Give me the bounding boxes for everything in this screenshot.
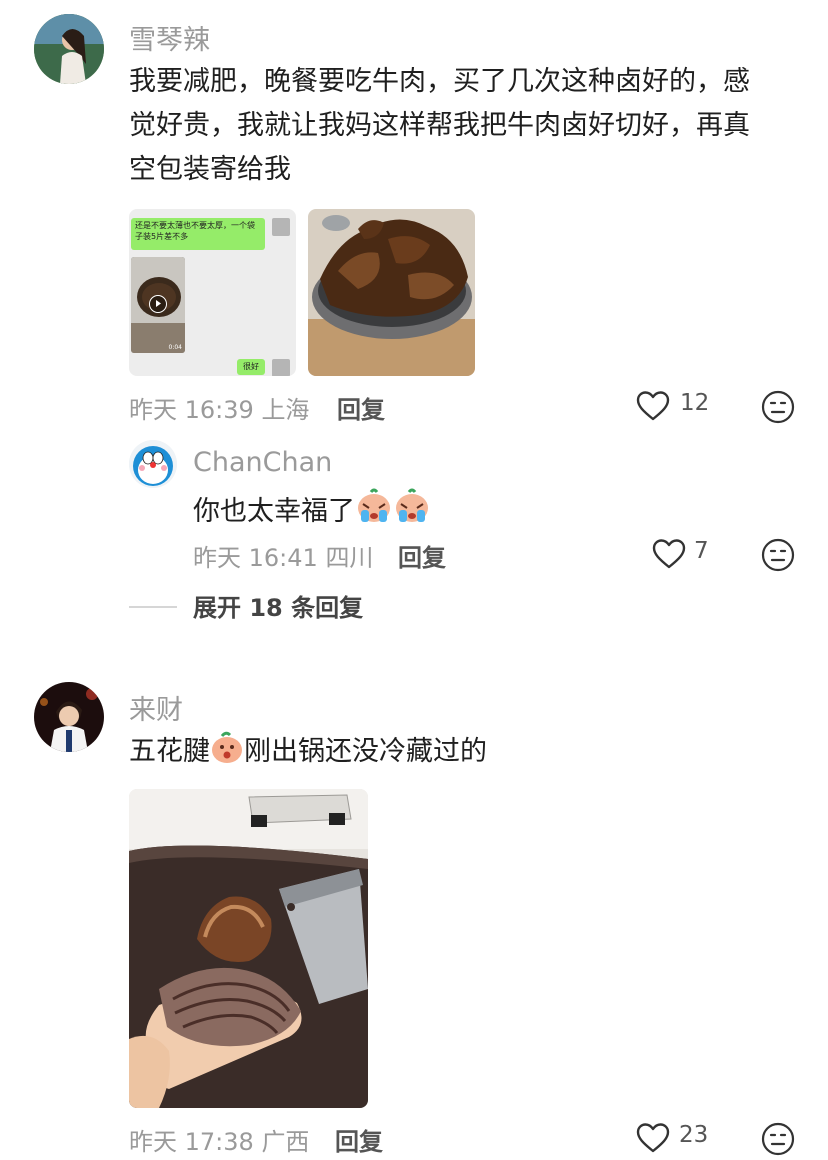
timestamp: 昨天 16:41 四川 — [193, 544, 374, 572]
crying-face-icon — [393, 488, 431, 538]
comment-image-beef-bowl[interactable] — [308, 209, 475, 376]
like-count: 7 — [694, 538, 709, 564]
reply-text: 你也太幸福了 — [193, 488, 431, 538]
avatar[interactable] — [129, 440, 177, 488]
username[interactable]: 雪琴辣 — [129, 18, 210, 57]
play-icon[interactable] — [149, 295, 167, 313]
neutral-face-icon[interactable] — [761, 390, 795, 428]
comment-image-beef-shank[interactable] — [129, 789, 368, 1108]
username[interactable]: ChanChan — [193, 447, 332, 478]
username[interactable]: 来财 — [129, 688, 183, 727]
neutral-face-icon[interactable] — [761, 1122, 795, 1160]
chat-avatar — [272, 218, 290, 236]
crying-face-icon — [355, 488, 393, 538]
reply-button[interactable]: 回复 — [398, 538, 446, 573]
comment-text: 五花腱 刚出锅还没冷藏过的 — [129, 730, 487, 778]
neutral-face-icon[interactable] — [761, 538, 795, 576]
location: 广西 — [261, 1128, 310, 1156]
avatar[interactable] — [34, 682, 104, 752]
heart-outline-icon[interactable] — [636, 390, 670, 426]
heart-outline-icon[interactable] — [652, 538, 686, 574]
reply-button[interactable]: 回复 — [337, 390, 385, 425]
like-count: 23 — [679, 1122, 709, 1148]
location: 四川 — [325, 544, 374, 572]
chat-bubble: 很好 — [237, 359, 265, 375]
timestamp: 昨天 16:39 上海 — [129, 396, 310, 424]
like-count: 12 — [680, 390, 710, 416]
avatar[interactable] — [34, 14, 104, 84]
heart-outline-icon[interactable] — [636, 1122, 670, 1158]
reply-button[interactable]: 回复 — [335, 1122, 383, 1157]
chat-bubble: 还是不要太薄也不要太厚，一个袋子装5片差不多 — [131, 218, 265, 250]
chat-avatar — [272, 359, 290, 376]
comment-text: 我要减肥，晚餐要吃牛肉，买了几次这种卤好的，感 觉好贵，我就让我妈这样帮我把牛肉… — [129, 66, 750, 185]
peach-face-icon — [210, 730, 244, 778]
timestamp: 昨天 17:38 广西 — [129, 1128, 310, 1156]
expand-replies-button[interactable]: 展开 18 条回复 — [193, 588, 363, 623]
location: 上海 — [261, 396, 310, 424]
comment-image-chat[interactable]: 还是不要太薄也不要太厚，一个袋子装5片差不多 0:04 很好 — [129, 209, 296, 376]
chat-video-thumb[interactable]: 0:04 — [131, 257, 185, 353]
divider — [129, 606, 177, 608]
video-duration: 0:04 — [168, 344, 182, 351]
